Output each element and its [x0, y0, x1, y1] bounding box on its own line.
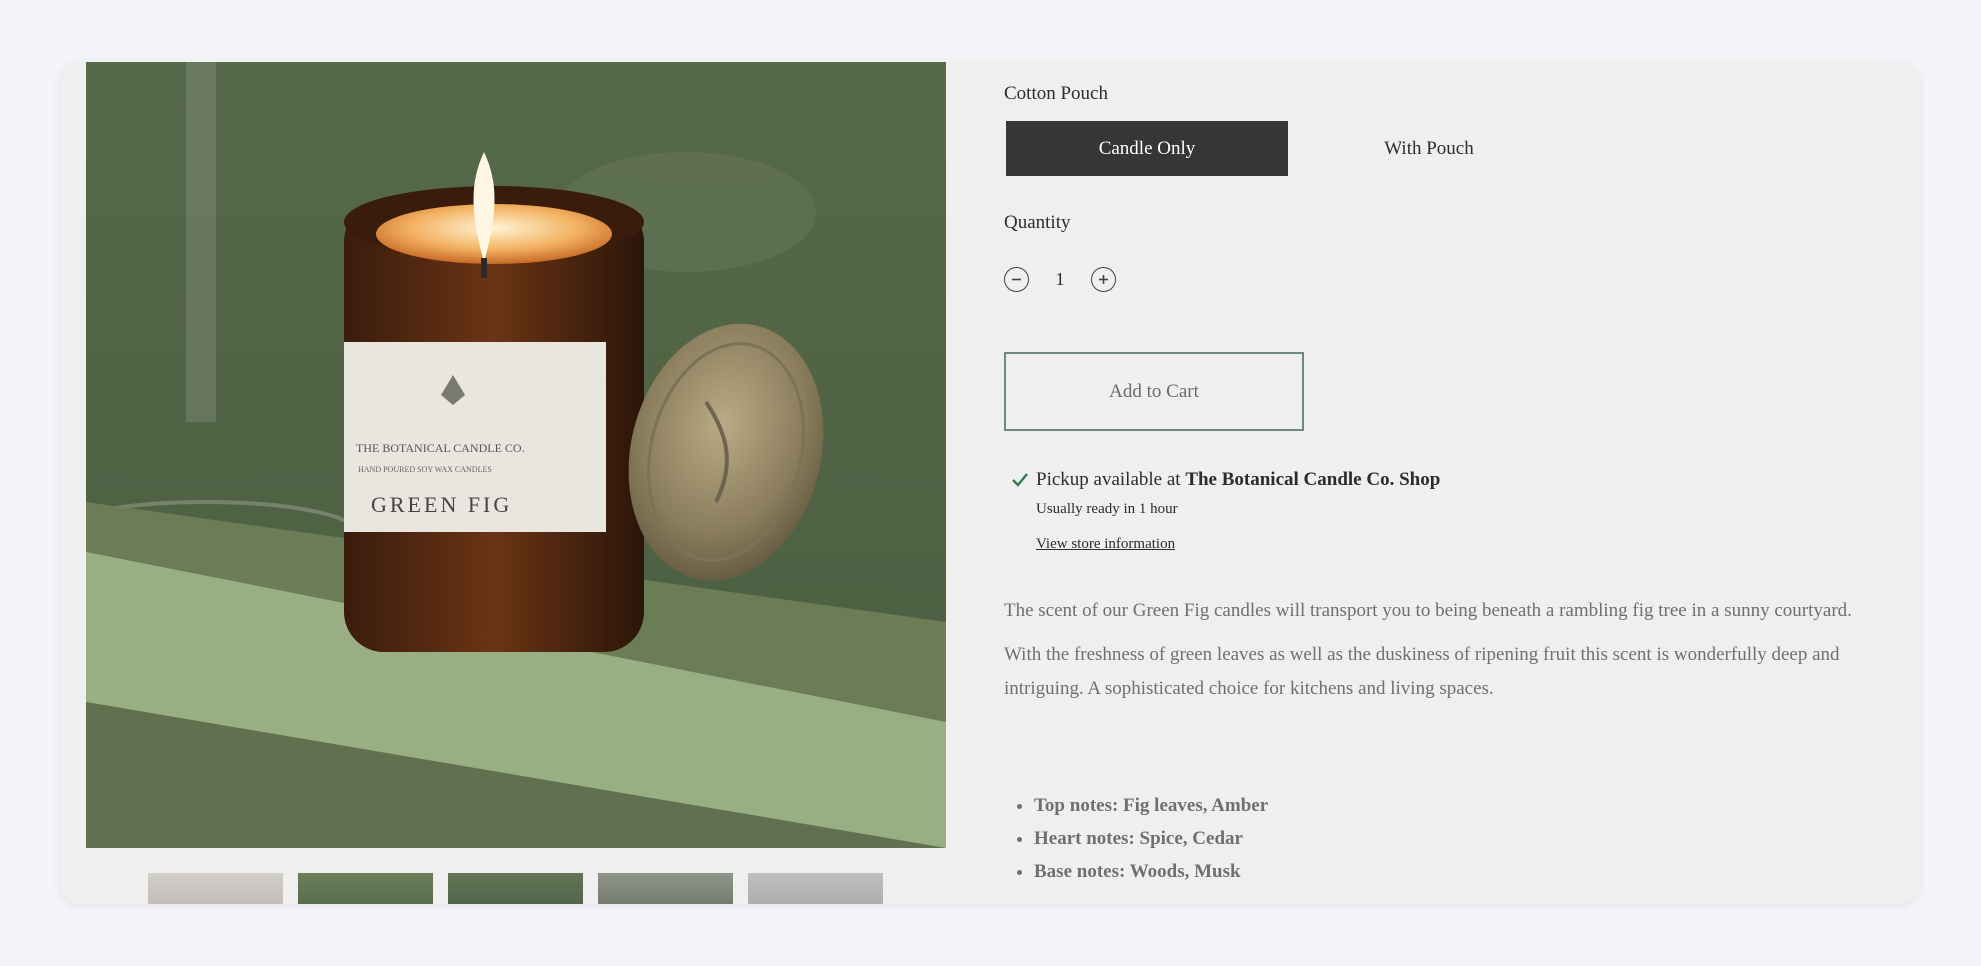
check-icon: [1012, 473, 1028, 487]
product-card: THE BOTANICAL CANDLE CO. HAND POURED SOY…: [60, 62, 1920, 904]
thumbnail-1[interactable]: [148, 873, 283, 904]
minus-icon[interactable]: [1004, 266, 1029, 292]
variant-selector: Candle Only With Pouch: [1006, 121, 1570, 176]
description-paragraph-2: With the freshness of green leaves as we…: [1004, 644, 1840, 699]
pickup-store: The Botanical Candle Co. Shop: [1185, 469, 1441, 490]
thumbnail-5[interactable]: [748, 873, 883, 904]
add-to-cart-button[interactable]: Add to Cart: [1004, 352, 1304, 431]
list-item: Heart notes: Spice, Cedar: [1034, 822, 1268, 855]
candle-photo: THE BOTANICAL CANDLE CO. HAND POURED SOY…: [86, 62, 946, 848]
pickup-ready: Usually ready in 1 hour: [1036, 501, 1178, 517]
pickup-info: Pickup available at The Botanical Candle…: [1010, 469, 1440, 553]
thumbnail-3[interactable]: [448, 873, 583, 904]
quantity-stepper: 1: [1004, 264, 1116, 294]
view-store-link[interactable]: View store information: [1036, 536, 1175, 553]
plus-icon[interactable]: [1091, 266, 1116, 292]
list-item: Top notes: Fig leaves, Amber: [1034, 789, 1268, 822]
quantity-label: Quantity: [1004, 212, 1071, 233]
thumbnail-2[interactable]: [298, 873, 433, 904]
scent-notes-list: Top notes: Fig leaves, Amber Heart notes…: [1004, 789, 1268, 888]
product-description: The scent of our Green Fig candles will …: [1004, 598, 1864, 720]
pickup-prefix: Pickup available at: [1036, 469, 1186, 490]
variant-label: Cotton Pouch: [1004, 83, 1108, 104]
thumbnail-4[interactable]: [598, 873, 733, 904]
variant-candle-only[interactable]: Candle Only: [1006, 121, 1288, 176]
variant-with-pouch[interactable]: With Pouch: [1288, 121, 1570, 176]
quantity-value[interactable]: 1: [1029, 269, 1091, 290]
jar-label-name: GREEN FIG: [371, 492, 512, 517]
jar-label-line2: HAND POURED SOY WAX CANDLES: [358, 465, 492, 474]
product-image[interactable]: THE BOTANICAL CANDLE CO. HAND POURED SOY…: [86, 62, 946, 848]
jar-label-line1: THE BOTANICAL CANDLE CO.: [356, 441, 525, 455]
description-paragraph-1: The scent of our Green Fig candles will …: [1004, 600, 1852, 621]
list-item: Base notes: Woods, Musk: [1034, 855, 1268, 888]
thumbnail-strip: [148, 873, 883, 904]
